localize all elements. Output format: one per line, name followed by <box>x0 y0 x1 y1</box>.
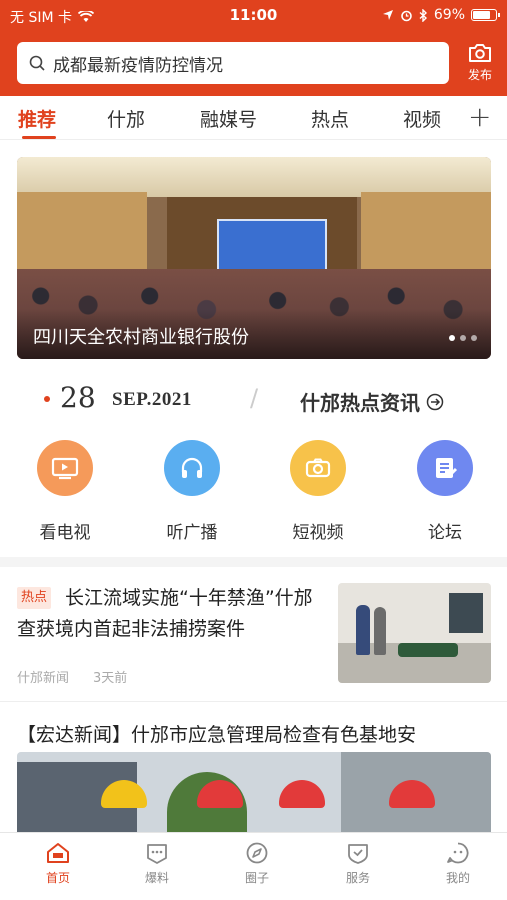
battery-icon <box>471 9 500 21</box>
smile-chat-icon <box>447 842 469 864</box>
section-divider <box>0 557 507 567</box>
hot-news-title: 什邡热点资讯 <box>300 391 420 415</box>
nav-report[interactable]: 爆料 <box>127 841 187 886</box>
date-month-year: SEP.2021 <box>112 389 192 410</box>
tab-shifang[interactable]: 什邡 <box>107 105 145 132</box>
news-item[interactable]: 【宏达新闻】什邡市应急管理局检查有色基地安 <box>0 702 507 842</box>
chat-bubble-icon <box>147 844 167 864</box>
banner-caption: 四川天全农村商业银行股份 <box>33 327 249 348</box>
channel-tabs: 推荐 什邡 融媒号 热点 视频 + <box>0 96 507 140</box>
headphones-icon <box>181 457 203 478</box>
quick-short-video-label: 短视频 <box>292 523 344 543</box>
tab-hot[interactable]: 热点 <box>311 105 349 132</box>
nav-home[interactable]: 首页 <box>28 841 88 886</box>
news-title: 长江流域实施“十年禁渔”什邡查获境内首起非法捕捞案件 <box>17 587 313 640</box>
edit-note-icon <box>436 458 458 478</box>
news-source: 什邡新闻 <box>17 671 70 686</box>
search-placeholder: 成都最新疫情防控情况 <box>53 55 223 76</box>
publish-label: 发布 <box>467 68 492 82</box>
quick-radio[interactable]: 听广播 <box>152 440 232 543</box>
status-bar: 无 SIM 卡 11:00 69% <box>0 0 507 32</box>
home-icon <box>47 843 69 863</box>
news-thumbnail <box>338 583 491 683</box>
camera-icon <box>305 458 331 478</box>
add-channel-icon[interactable]: + <box>468 100 491 133</box>
news-item[interactable]: 热点 长江流域实施“十年禁渔”什邡查获境内首起非法捕捞案件 什邡新闻 3天前 <box>0 567 507 702</box>
news-time: 3天前 <box>93 671 128 686</box>
search-input[interactable]: 成都最新疫情防控情况 <box>17 42 449 84</box>
app-header: 无 SIM 卡 11:00 69% 成都最新疫情防控情况 发布 <box>0 0 507 96</box>
active-tab-indicator <box>22 136 56 139</box>
compass-icon <box>246 842 268 864</box>
quick-short-video[interactable]: 短视频 <box>278 440 358 543</box>
quick-tv-label: 看电视 <box>39 523 91 543</box>
arrow-circle-icon <box>426 393 444 410</box>
quick-forum-label: 论坛 <box>428 523 462 543</box>
carousel-dots <box>449 335 477 341</box>
tv-icon <box>51 457 79 480</box>
quick-entries: 看电视 听广播 短视频 论坛 <box>0 440 507 550</box>
news-title: 【宏达新闻】什邡市应急管理局检查有色基地安 <box>17 724 417 746</box>
quick-radio-label: 听广播 <box>166 523 218 543</box>
nav-service[interactable]: 服务 <box>328 841 388 886</box>
nav-me[interactable]: 我的 <box>428 841 488 886</box>
tab-recommend[interactable]: 推荐 <box>18 105 56 132</box>
search-icon <box>29 55 45 71</box>
camera-icon <box>469 44 491 62</box>
nav-circle[interactable]: 圈子 <box>227 841 287 886</box>
publish-button[interactable]: 发布 <box>458 40 502 90</box>
date-row: 28 SEP.2021 / 什邡热点资讯 <box>0 378 507 422</box>
hot-news-link[interactable]: 什邡热点资讯 <box>300 387 444 416</box>
quick-tv[interactable]: 看电视 <box>25 440 105 543</box>
alarm-icon <box>401 10 412 21</box>
tab-video[interactable]: 视频 <box>403 105 441 132</box>
banner-carousel[interactable]: 四川天全农村商业银行股份 <box>17 157 491 359</box>
shield-check-icon <box>348 844 368 864</box>
tab-media[interactable]: 融媒号 <box>200 105 257 132</box>
news-image <box>17 752 491 842</box>
battery-percent: 69% <box>433 7 465 23</box>
bottom-nav: 首页 爆料 圈子 服务 我的 <box>0 832 507 900</box>
news-meta: 什邡新闻 3天前 <box>17 667 127 686</box>
bluetooth-icon <box>419 8 427 22</box>
quick-forum[interactable]: 论坛 <box>405 440 485 543</box>
date-day: 28 <box>60 381 96 414</box>
location-icon <box>382 10 393 20</box>
